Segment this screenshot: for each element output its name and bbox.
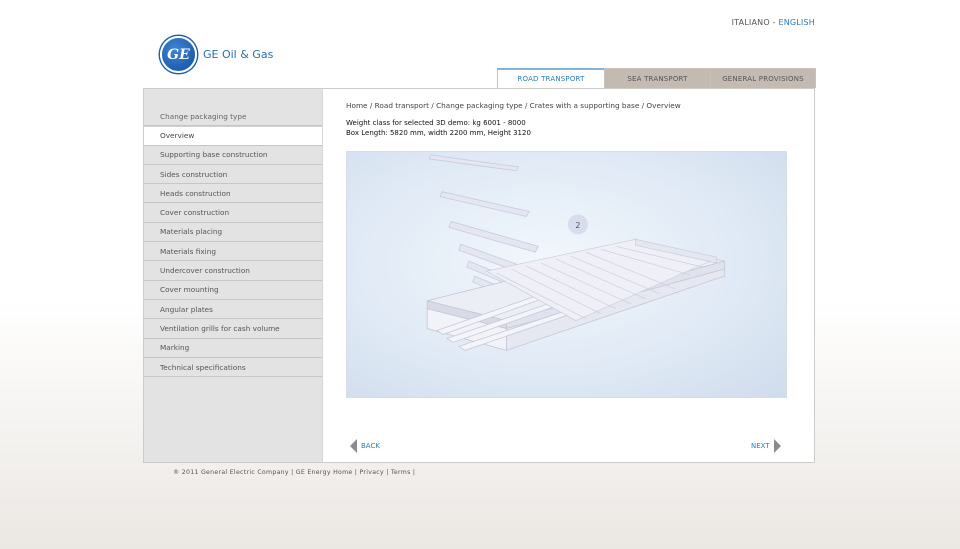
lang-italian-link[interactable]: ITALIANO [732, 18, 770, 27]
step-marker-label: 2 [575, 221, 580, 230]
tab-sea-transport[interactable]: SEA TRANSPORT [604, 68, 710, 88]
main-frame: Change packaging type Overview Supportin… [143, 88, 815, 463]
sidebar-item-technical-specs[interactable]: Technical specifications [144, 358, 322, 378]
back-label: BACK [361, 442, 380, 450]
weight-class-text: Weight class for selected 3D demo: kg 60… [346, 119, 526, 127]
ge-logo[interactable]: GE GE Oil & Gas [160, 36, 273, 73]
language-switcher: ITALIANO - ENGLISH [732, 18, 815, 27]
sidebar-item-marking[interactable]: Marking [144, 339, 322, 358]
sidebar: Change packaging type Overview Supportin… [144, 89, 323, 462]
back-button[interactable]: BACK [350, 439, 380, 453]
transport-tabs: ROAD TRANSPORT SEA TRANSPORT GENERAL PRO… [497, 68, 816, 88]
box-dimensions-text: Box Length: 5820 mm, width 2200 mm, Heig… [346, 128, 531, 137]
crate-illustration: 2 [426, 154, 726, 351]
tab-general-provisions[interactable]: GENERAL PROVISIONS [710, 68, 816, 88]
footer-links[interactable]: ® 2011 General Electric Company | GE Ene… [173, 469, 415, 476]
sidebar-item-undercover[interactable]: Undercover construction [144, 261, 322, 281]
lang-english-link[interactable]: ENGLISH [778, 18, 815, 27]
sidebar-item-sides[interactable]: Sides construction [144, 165, 322, 185]
tab-road-transport[interactable]: ROAD TRANSPORT [497, 68, 604, 88]
sidebar-item-heads[interactable]: Heads construction [144, 184, 322, 204]
sidebar-item-materials-placing[interactable]: Materials placing [144, 223, 322, 243]
arrow-left-icon [350, 439, 357, 453]
sidebar-item-cover-mounting[interactable]: Cover mounting [144, 281, 322, 300]
sidebar-item-angular-plates[interactable]: Angular plates [144, 300, 322, 320]
logo-text: GE Oil & Gas [203, 48, 274, 61]
next-button[interactable]: NEXT [751, 439, 781, 453]
content: Home / Road transport / Change packaging… [346, 101, 806, 138]
3d-viewer[interactable]: 2 [346, 151, 787, 398]
sidebar-item-cover[interactable]: Cover construction [144, 203, 322, 223]
sidebar-item-ventilation[interactable]: Ventilation grills for cash volume [144, 319, 322, 339]
sidebar-item-change-packaging[interactable]: Change packaging type [144, 107, 322, 127]
next-label: NEXT [751, 442, 770, 450]
ge-logo-icon: GE [160, 36, 197, 73]
breadcrumb: Home / Road transport / Change packaging… [346, 101, 681, 110]
crate-info: Weight class for selected 3D demo: kg 60… [346, 119, 806, 138]
sidebar-item-materials-fixing[interactable]: Materials fixing [144, 242, 322, 262]
arrow-right-icon [773, 439, 781, 453]
sidebar-item-supporting-base[interactable]: Supporting base construction [144, 146, 322, 165]
sidebar-item-overview[interactable]: Overview [144, 126, 322, 146]
